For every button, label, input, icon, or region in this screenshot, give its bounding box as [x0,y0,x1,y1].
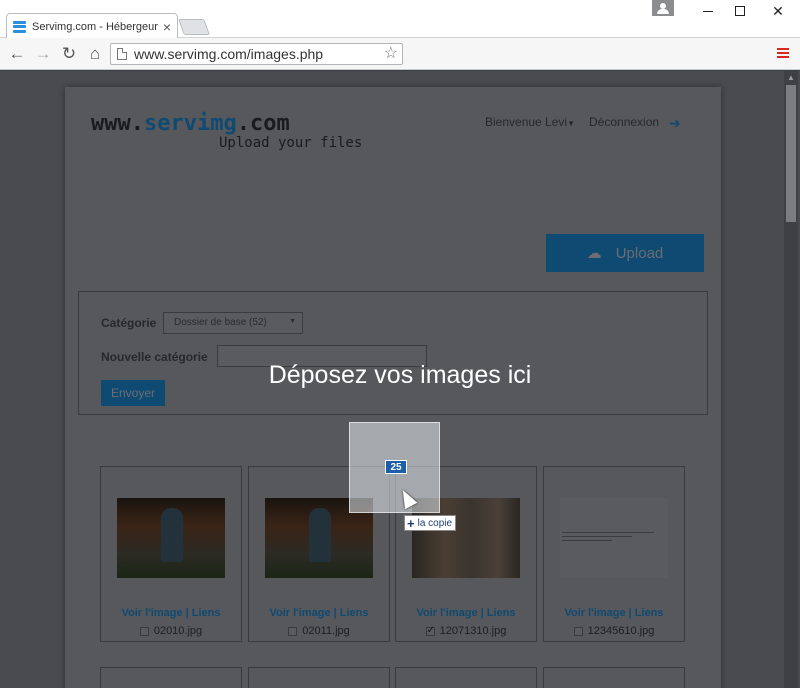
category-label: Catégorie [101,316,157,330]
reload-icon[interactable]: ↻ [58,43,80,65]
category-select[interactable]: Dossier de base (52) ▼ [163,312,303,334]
view-links[interactable]: Voir l'image | Liens [101,607,241,619]
image-card [543,667,685,688]
image-card [248,667,390,688]
browser-tab[interactable]: Servimg.com - Hébergeur × [6,13,178,39]
scroll-thumb[interactable] [786,85,796,222]
logo-tagline: Upload your files [219,135,363,151]
bookmark-star-icon[interactable]: ☆ [384,44,398,64]
new-tab-button[interactable] [178,19,210,35]
back-icon[interactable]: ← [6,43,28,65]
upload-button[interactable]: ☁ Upload [546,234,704,272]
image-card [100,667,242,688]
image-card: Voir l'image | Liens 12345610.jpg [543,466,685,642]
file-name: 02010.jpg [153,625,203,637]
logo-suffix: .com [236,111,290,136]
drag-preview: 25 [349,422,440,513]
maximize-button[interactable] [722,0,758,22]
file-name: 02011.jpg [302,625,350,637]
view-links[interactable]: Voir l'image | Liens [396,607,536,619]
servimg-favicon-icon [13,20,26,33]
browser-titlebar: Servimg.com - Hébergeur × ✕ [0,0,800,39]
home-icon[interactable]: ⌂ [84,43,106,65]
image-checkbox[interactable] [573,626,583,636]
servimg-logo[interactable]: www.servimg.com Upload your files [91,111,363,152]
scroll-up-icon[interactable]: ▲ [784,71,798,83]
upload-label: Upload [615,244,664,262]
forward-icon[interactable]: → [32,43,54,65]
logout-link[interactable]: Déconnexion [589,115,659,129]
view-links[interactable]: Voir l'image | Liens [544,607,684,619]
image-card: Voir l'image | Liens 02010.jpg [100,466,242,642]
drag-count-badge: 25 [385,460,407,474]
image-checkbox[interactable] [425,625,435,636]
file-name: 12071310.jpg [439,625,507,637]
plus-icon: + [407,515,415,531]
view-links[interactable]: Voir l'image | Liens [249,607,389,619]
tab-close-icon[interactable]: × [163,20,171,34]
select-arrow-icon: ▼ [289,318,296,325]
url-text: www.servimg.com/images.php [134,46,324,62]
category-selected: Dossier de base (52) [174,317,267,328]
welcome-dropdown[interactable]: Bienvenue Levi▼ [485,115,575,129]
tab-title: Servimg.com - Hébergeur [32,20,158,33]
cloud-upload-icon: ☁ [586,245,602,262]
image-card [395,667,537,688]
profile-icon[interactable] [652,0,674,16]
image-checkbox[interactable] [139,626,149,636]
browser-menu-icon[interactable] [777,48,789,58]
logo-accent: servimg [143,111,237,136]
minimize-button[interactable] [690,0,726,22]
page-viewport: www.servimg.com Upload your files Bienve… [0,71,800,688]
category-form: Catégorie Dossier de base (52) ▼ Nouvell… [78,291,708,415]
welcome-text: Bienvenue Levi [485,115,568,129]
drop-zone-message: Déposez vos images ici [268,361,532,389]
copy-tooltip: + la copie [404,515,457,531]
copy-tooltip-text: la copie [417,517,453,529]
caret-down-icon: ▼ [567,119,575,128]
browser-toolbar: ← → ↻ ⌂ www.servimg.com/images.php ☆ [0,38,800,70]
file-name: 12345610.jpg [587,625,655,637]
logout-icon[interactable]: ➜ [669,115,681,132]
image-thumbnail[interactable] [117,498,225,578]
image-thumbnail[interactable] [560,498,668,578]
address-bar[interactable]: www.servimg.com/images.php ☆ [110,43,403,65]
page-icon [117,48,127,60]
image-checkbox[interactable] [288,626,298,636]
logo-prefix: www. [91,111,144,136]
close-window-button[interactable]: ✕ [760,0,796,22]
